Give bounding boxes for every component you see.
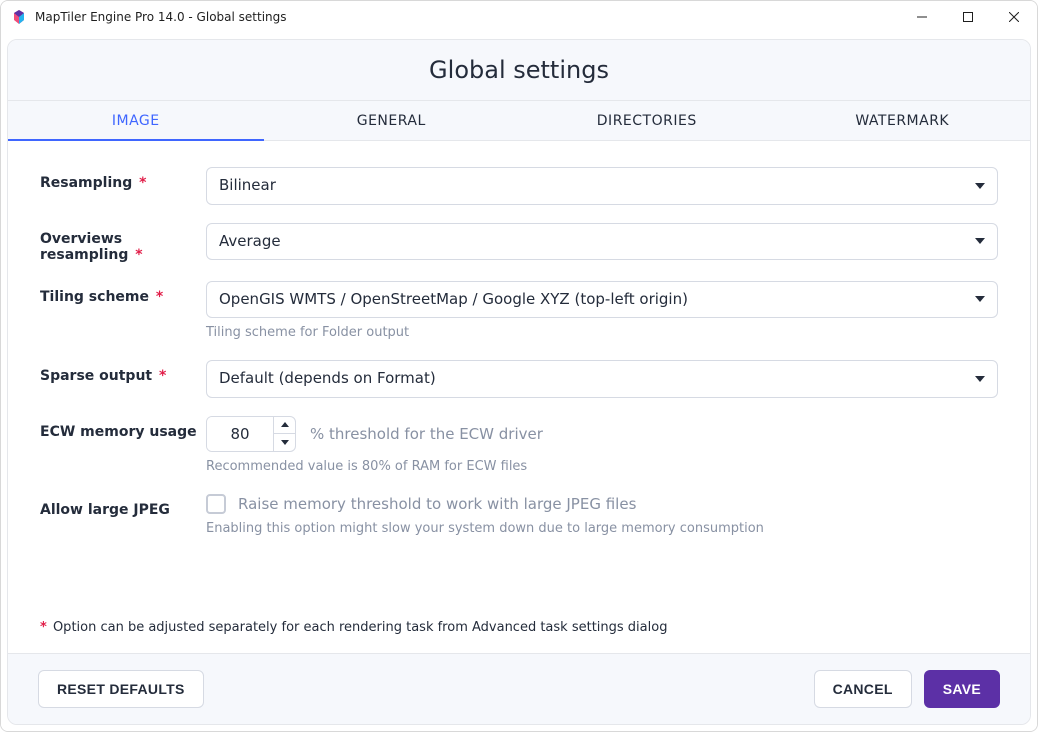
ecw-memory-suffix: % threshold for the ECW driver: [310, 425, 543, 443]
close-button[interactable]: [991, 1, 1037, 33]
chevron-down-icon: [975, 238, 985, 244]
cancel-button[interactable]: CANCEL: [814, 670, 912, 708]
row-ecw-memory: ECW memory usage: [40, 416, 998, 488]
sparse-output-value: Default (depends on Format): [219, 369, 436, 387]
content-area: Global settings IMAGE GENERAL DIRECTORIE…: [1, 33, 1037, 731]
window-title: MapTiler Engine Pro 14.0 - Global settin…: [35, 10, 899, 24]
window-controls: [899, 1, 1037, 33]
row-resampling: Resampling * Bilinear: [40, 167, 998, 205]
chevron-down-icon: [975, 376, 985, 382]
tiling-scheme-select[interactable]: OpenGIS WMTS / OpenStreetMap / Google XY…: [206, 281, 998, 319]
tab-general[interactable]: GENERAL: [264, 101, 520, 140]
overviews-resampling-select[interactable]: Average: [206, 223, 998, 261]
required-marker: *: [159, 368, 166, 384]
tiling-scheme-value: OpenGIS WMTS / OpenStreetMap / Google XY…: [219, 290, 688, 308]
dialog-panel: Global settings IMAGE GENERAL DIRECTORIE…: [7, 39, 1031, 725]
tab-watermark[interactable]: WATERMARK: [775, 101, 1031, 140]
resampling-value: Bilinear: [219, 176, 276, 194]
row-tiling-scheme: Tiling scheme * OpenGIS WMTS / OpenStree…: [40, 281, 998, 355]
footer: RESET DEFAULTS CANCEL SAVE: [8, 653, 1030, 724]
page-title: Global settings: [8, 56, 1030, 84]
required-marker: *: [139, 175, 146, 191]
titlebar: MapTiler Engine Pro 14.0 - Global settin…: [1, 1, 1037, 33]
form: Resampling * Bilinear: [8, 141, 1030, 610]
required-marker: *: [156, 289, 163, 305]
label-resampling: Resampling *: [40, 167, 206, 191]
label-overviews-resampling: Overviews resampling *: [40, 223, 206, 263]
allow-large-jpeg-option-label: Raise memory threshold to work with larg…: [238, 495, 636, 513]
label-tiling-scheme: Tiling scheme *: [40, 281, 206, 305]
row-sparse-output: Sparse output * Default (depends on Form…: [40, 360, 998, 398]
required-marker: *: [135, 247, 142, 263]
reset-defaults-button[interactable]: RESET DEFAULTS: [38, 670, 204, 708]
row-allow-large-jpeg: Allow large JPEG Raise memory threshold …: [40, 494, 998, 550]
ecw-memory-stepper: [206, 416, 296, 452]
allow-large-jpeg-checkbox[interactable]: [206, 494, 226, 514]
resampling-select[interactable]: Bilinear: [206, 167, 998, 205]
stepper-up-button[interactable]: [274, 417, 295, 435]
overviews-resampling-value: Average: [219, 232, 281, 250]
dialog-header: Global settings: [8, 40, 1030, 101]
maximize-button[interactable]: [945, 1, 991, 33]
label-sparse-output: Sparse output *: [40, 360, 206, 384]
app-window: MapTiler Engine Pro 14.0 - Global settin…: [0, 0, 1038, 732]
tabs: IMAGE GENERAL DIRECTORIES WATERMARK: [8, 101, 1030, 141]
save-button[interactable]: SAVE: [924, 670, 1000, 708]
ecw-memory-hint: Recommended value is 80% of RAM for ECW …: [206, 459, 998, 474]
tiling-scheme-hint: Tiling scheme for Folder output: [206, 325, 998, 340]
ecw-memory-input[interactable]: [207, 417, 273, 451]
footnote: * Option can be adjusted separately for …: [8, 610, 1030, 653]
allow-large-jpeg-hint: Enabling this option might slow your sys…: [206, 521, 998, 536]
required-marker: *: [40, 620, 47, 635]
chevron-down-icon: [975, 183, 985, 189]
stepper-down-button[interactable]: [274, 434, 295, 451]
minimize-button[interactable]: [899, 1, 945, 33]
label-allow-large-jpeg: Allow large JPEG: [40, 494, 206, 518]
tab-image[interactable]: IMAGE: [8, 101, 264, 140]
label-ecw-memory: ECW memory usage: [40, 416, 206, 440]
tab-directories[interactable]: DIRECTORIES: [519, 101, 775, 140]
sparse-output-select[interactable]: Default (depends on Format): [206, 360, 998, 398]
chevron-down-icon: [975, 296, 985, 302]
app-icon: [11, 9, 27, 25]
row-overviews-resampling: Overviews resampling * Average: [40, 223, 998, 263]
